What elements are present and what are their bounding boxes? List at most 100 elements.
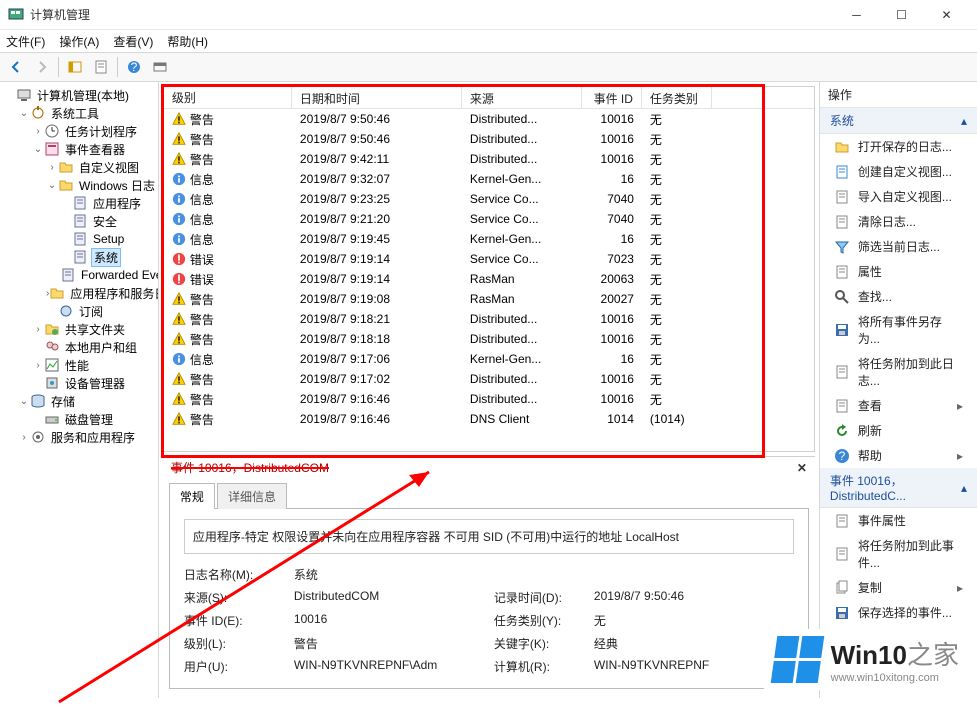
tree-item-共享文件夹[interactable]: ›共享文件夹 bbox=[0, 320, 158, 338]
detail-tabs: 常规 详细信息 bbox=[169, 482, 809, 509]
action-evprops[interactable]: 事件属性 bbox=[820, 508, 977, 533]
windows-icon bbox=[770, 636, 824, 683]
event-row[interactable]: 信息2019/8/7 9:23:25Service Co...7040无 bbox=[164, 189, 814, 209]
tree-item-磁盘管理[interactable]: 磁盘管理 bbox=[0, 410, 158, 428]
actions-pane: 操作 系统▴ 打开保存的日志...创建自定义视图...导入自定义视图...清除日… bbox=[819, 82, 977, 698]
maximize-button[interactable]: ☐ bbox=[879, 0, 924, 30]
column-headers[interactable]: 级别 日期和时间 来源 事件 ID 任务类别 bbox=[164, 87, 814, 109]
action-savesel[interactable]: 保存选择的事件... bbox=[820, 600, 977, 625]
menu-file[interactable]: 文件(F) bbox=[6, 33, 45, 50]
kv-source-v: DistributedCOM bbox=[294, 589, 494, 606]
evprops-icon bbox=[834, 513, 850, 529]
event-message: 应用程序-特定 权限设置并未向在应用程序容器 不可用 SID (不可用)中运行的… bbox=[184, 519, 794, 554]
kv-taskcat-k: 任务类别(Y): bbox=[494, 612, 594, 629]
collapse-icon[interactable]: ▴ bbox=[961, 481, 967, 495]
kv-user-k: 用户(U): bbox=[184, 658, 294, 675]
event-row[interactable]: 信息2019/8/7 9:19:45Kernel-Gen...16无 bbox=[164, 229, 814, 249]
col-category[interactable]: 任务类别 bbox=[642, 87, 712, 108]
tree-item-安全[interactable]: 安全 bbox=[0, 212, 158, 230]
content-area: 级别 日期和时间 来源 事件 ID 任务类别 警告2019/8/7 9:50:4… bbox=[159, 82, 819, 698]
tree-item-任务计划程序[interactable]: ›任务计划程序 bbox=[0, 122, 158, 140]
detail-header: 事件 10016，DistributedCOM ✕ bbox=[163, 456, 815, 478]
tree-item-Windows 日志[interactable]: ⌄Windows 日志 bbox=[0, 176, 158, 194]
event-row[interactable]: 警告2019/8/7 9:16:46DNS Client1014(1014) bbox=[164, 409, 814, 429]
event-row[interactable]: 信息2019/8/7 9:32:07Kernel-Gen...16无 bbox=[164, 169, 814, 189]
tree-item-系统工具[interactable]: ⌄系统工具 bbox=[0, 104, 158, 122]
event-row[interactable]: 警告2019/8/7 9:50:46Distributed...10016无 bbox=[164, 129, 814, 149]
tree-item-自定义视图[interactable]: ›自定义视图 bbox=[0, 158, 158, 176]
detail-close-icon[interactable]: ✕ bbox=[797, 461, 807, 475]
tree-item-系统[interactable]: 系统 bbox=[0, 248, 158, 266]
tree-item-应用程序和服务日志[interactable]: ›应用程序和服务日志 bbox=[0, 284, 158, 302]
tab-details[interactable]: 详细信息 bbox=[217, 483, 287, 509]
action-view[interactable]: 查看▸ bbox=[820, 393, 977, 418]
action-newview[interactable]: 创建自定义视图... bbox=[820, 159, 977, 184]
event-row[interactable]: 警告2019/8/7 9:17:02Distributed...10016无 bbox=[164, 369, 814, 389]
action-filter[interactable]: 筛选当前日志... bbox=[820, 234, 977, 259]
event-row[interactable]: 警告2019/8/7 9:16:46Distributed...10016无 bbox=[164, 389, 814, 409]
close-button[interactable]: ✕ bbox=[924, 0, 969, 30]
event-list: 级别 日期和时间 来源 事件 ID 任务类别 警告2019/8/7 9:50:4… bbox=[163, 86, 815, 452]
event-row[interactable]: 警告2019/8/7 9:18:18Distributed...10016无 bbox=[164, 329, 814, 349]
col-level[interactable]: 级别 bbox=[164, 87, 292, 108]
back-button[interactable] bbox=[4, 55, 28, 79]
tree-item-服务和应用程序[interactable]: ›服务和应用程序 bbox=[0, 428, 158, 446]
show-hide-button[interactable] bbox=[63, 55, 87, 79]
event-row[interactable]: 警告2019/8/7 9:19:08RasMan20027无 bbox=[164, 289, 814, 309]
kv-taskcat-v: 无 bbox=[594, 612, 794, 629]
tree-item-Setup[interactable]: Setup bbox=[0, 230, 158, 248]
kv-computer-k: 计算机(R): bbox=[494, 658, 594, 675]
actions-group-event: 事件 10016，DistributedC...▴ bbox=[820, 468, 977, 508]
tree-item-设备管理器[interactable]: 设备管理器 bbox=[0, 374, 158, 392]
tree-item-Forwarded Eve[interactable]: Forwarded Eve bbox=[0, 266, 158, 284]
action-attach[interactable]: 将任务附加到此日志... bbox=[820, 351, 977, 393]
menu-help[interactable]: 帮助(H) bbox=[167, 33, 208, 50]
forward-button[interactable] bbox=[30, 55, 54, 79]
tree-item-存储[interactable]: ⌄存储 bbox=[0, 392, 158, 410]
col-source[interactable]: 来源 bbox=[462, 87, 582, 108]
event-row[interactable]: 信息2019/8/7 9:21:20Service Co...7040无 bbox=[164, 209, 814, 229]
window-title: 计算机管理 bbox=[30, 6, 90, 23]
props-icon bbox=[834, 264, 850, 280]
tree-item-性能[interactable]: ›性能 bbox=[0, 356, 158, 374]
tree-item-应用程序[interactable]: 应用程序 bbox=[0, 194, 158, 212]
saveas-icon bbox=[834, 322, 850, 338]
tree-item-本地用户和组[interactable]: 本地用户和组 bbox=[0, 338, 158, 356]
event-row[interactable]: 警告2019/8/7 9:42:11Distributed...10016无 bbox=[164, 149, 814, 169]
help-button[interactable]: ? bbox=[122, 55, 146, 79]
action-saveas[interactable]: 将所有事件另存为... bbox=[820, 309, 977, 351]
properties-button[interactable] bbox=[89, 55, 113, 79]
event-row[interactable]: 警告2019/8/7 9:18:21Distributed...10016无 bbox=[164, 309, 814, 329]
tab-general[interactable]: 常规 bbox=[169, 483, 215, 509]
action-clear[interactable]: 清除日志... bbox=[820, 209, 977, 234]
event-row[interactable]: 错误2019/8/7 9:19:14Service Co...7023无 bbox=[164, 249, 814, 269]
action-import[interactable]: 导入自定义视图... bbox=[820, 184, 977, 209]
action-copy[interactable]: 复制▸ bbox=[820, 575, 977, 600]
tree-item-计算机管理(本地)[interactable]: 计算机管理(本地) bbox=[0, 86, 158, 104]
menu-view[interactable]: 查看(V) bbox=[113, 33, 153, 50]
col-eventid[interactable]: 事件 ID bbox=[582, 87, 642, 108]
kv-evid-k: 事件 ID(E): bbox=[184, 612, 294, 629]
event-row[interactable]: 错误2019/8/7 9:19:14RasMan20063无 bbox=[164, 269, 814, 289]
action-refresh[interactable]: 刷新 bbox=[820, 418, 977, 443]
action-open[interactable]: 打开保存的日志... bbox=[820, 134, 977, 159]
action-props[interactable]: 属性 bbox=[820, 259, 977, 284]
minimize-button[interactable]: ─ bbox=[834, 0, 879, 30]
tree-item-事件查看器[interactable]: ⌄事件查看器 bbox=[0, 140, 158, 158]
event-rows[interactable]: 警告2019/8/7 9:50:46Distributed...10016无警告… bbox=[164, 109, 814, 451]
kv-level-v: 警告 bbox=[294, 635, 494, 652]
tree-item-订阅[interactable]: 订阅 bbox=[0, 302, 158, 320]
event-row[interactable]: 警告2019/8/7 9:50:46Distributed...10016无 bbox=[164, 109, 814, 129]
col-date[interactable]: 日期和时间 bbox=[292, 87, 462, 108]
menu-action[interactable]: 操作(A) bbox=[59, 33, 99, 50]
savesel-icon bbox=[834, 605, 850, 621]
filter-icon bbox=[834, 239, 850, 255]
action-attach[interactable]: 将任务附加到此事件... bbox=[820, 533, 977, 575]
nav-tree[interactable]: 计算机管理(本地)⌄系统工具›任务计划程序⌄事件查看器›自定义视图⌄Window… bbox=[0, 82, 159, 698]
attach-icon bbox=[834, 546, 850, 562]
toolbar-btn-2[interactable] bbox=[148, 55, 172, 79]
action-help[interactable]: ?帮助▸ bbox=[820, 443, 977, 468]
action-find[interactable]: 查找... bbox=[820, 284, 977, 309]
event-row[interactable]: 信息2019/8/7 9:17:06Kernel-Gen...16无 bbox=[164, 349, 814, 369]
collapse-icon[interactable]: ▴ bbox=[961, 114, 967, 128]
